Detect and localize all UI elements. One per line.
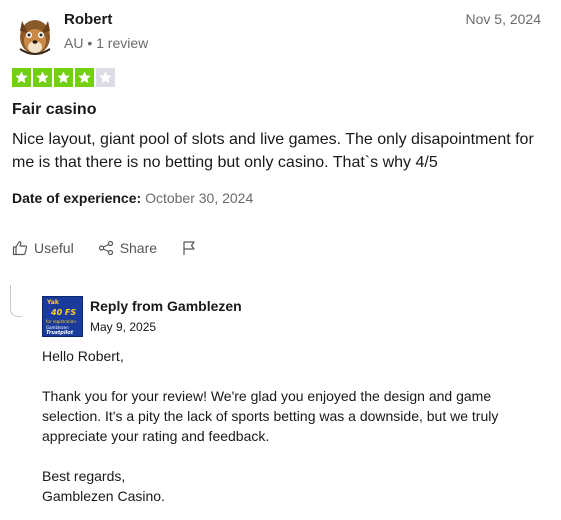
share-label: Share (119, 240, 158, 256)
star-icon (12, 68, 31, 87)
star-icon (33, 68, 52, 87)
fox-avatar-icon[interactable] (14, 11, 56, 57)
star-icon (75, 68, 94, 87)
review-date: Nov 5, 2024 (465, 11, 542, 27)
review-actions: Useful Share (12, 238, 197, 258)
reply-paragraph: Best regards, Gamblezen Casino. (42, 468, 165, 504)
share-icon (98, 240, 113, 256)
useful-button[interactable]: Useful (12, 240, 74, 256)
share-button[interactable]: Share (98, 240, 157, 256)
reply-date: May 9, 2025 (90, 320, 157, 334)
review-title[interactable]: Fair casino (12, 101, 96, 119)
reviewer-name[interactable]: Robert (64, 11, 112, 28)
reply-from: Reply from Gamblezen (90, 298, 242, 314)
flag-icon (183, 241, 195, 255)
experience-value: October 30, 2024 (145, 190, 254, 206)
review-header: Robert AU • 1 review Nov 5, 2024 (12, 9, 543, 59)
star-icon (54, 68, 73, 87)
gamblezen-logo: Yak 40 FS for registration Gamblezen Tru… (42, 296, 83, 337)
review-body: Nice layout, giant pool of slots and liv… (12, 131, 534, 171)
reply-paragraph: Hello Robert, (42, 348, 124, 364)
thumbs-up-icon (12, 241, 28, 256)
star-icon (96, 68, 115, 87)
date-of-experience: Date of experience: October 30, 2024 (12, 190, 253, 206)
reply-body: Hello Robert, Thank you for your review!… (42, 346, 542, 506)
star-rating (12, 68, 115, 87)
reply-connector-line (10, 285, 22, 317)
useful-label: Useful (34, 240, 74, 256)
reviewer-meta: AU • 1 review (64, 35, 149, 51)
reply-paragraph: Thank you for your review! We're glad yo… (42, 388, 499, 444)
experience-label: Date of experience: (12, 190, 142, 206)
report-button[interactable] (181, 240, 197, 256)
